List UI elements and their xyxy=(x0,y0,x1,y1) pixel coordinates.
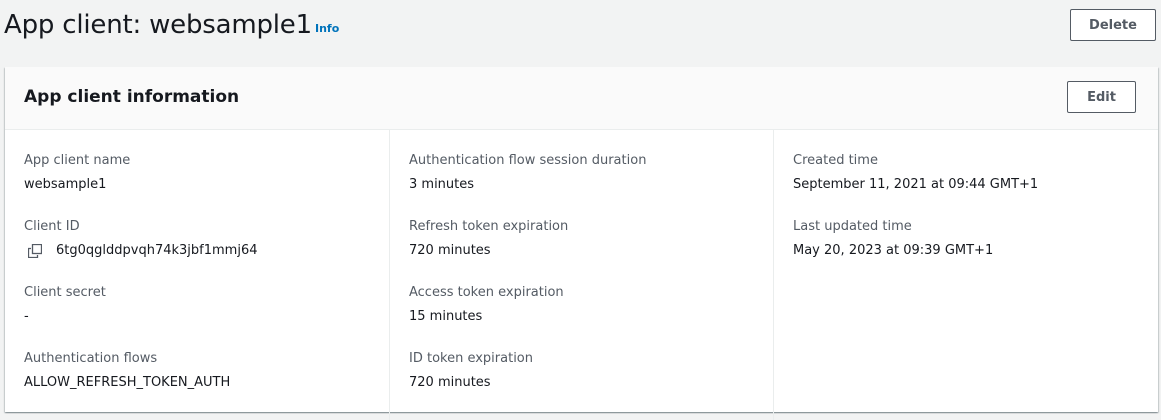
client-id-label: Client ID xyxy=(24,219,80,234)
client-secret-value: - xyxy=(24,309,29,324)
last-updated-field: Last updated time May 20, 2023 at 09:39 … xyxy=(793,218,993,260)
id-token-field: ID token expiration 720 minutes xyxy=(409,350,533,392)
client-id-field: Client ID 6tg0qglddpvqh74k3jbf1mmj64 xyxy=(24,218,257,260)
page-title: App client: websample1 xyxy=(4,10,312,40)
refresh-token-label: Refresh token expiration xyxy=(409,219,569,234)
session-duration-label: Authentication flow session duration xyxy=(409,153,647,168)
app-client-name-value: websample1 xyxy=(24,177,107,192)
access-token-value: 15 minutes xyxy=(409,309,483,324)
app-client-info-panel: App client information Edit App client n… xyxy=(5,67,1158,420)
client-secret-label: Client secret xyxy=(24,285,106,300)
panel-header: App client information Edit xyxy=(5,67,1158,130)
auth-flows-label: Authentication flows xyxy=(24,351,158,366)
app-client-name-label: App client name xyxy=(24,153,131,168)
client-secret-field: Client secret - xyxy=(24,284,106,326)
info-column-2: Authentication flow session duration 3 m… xyxy=(389,130,774,420)
created-time-label: Created time xyxy=(793,153,878,168)
access-token-field: Access token expiration 15 minutes xyxy=(409,284,564,326)
last-updated-value: May 20, 2023 at 09:39 GMT+1 xyxy=(793,243,994,258)
auth-flows-value: ALLOW_REFRESH_TOKEN_AUTH xyxy=(24,375,231,390)
info-column-3: Created time September 11, 2021 at 09:44… xyxy=(773,130,1159,420)
auth-flows-field: Authentication flows ALLOW_REFRESH_TOKEN… xyxy=(24,350,230,392)
id-token-value: 720 minutes xyxy=(409,375,491,390)
copy-icon[interactable] xyxy=(27,243,43,259)
panel-title: App client information xyxy=(24,87,240,107)
access-token-label: Access token expiration xyxy=(409,285,564,300)
app-client-name-field: App client name websample1 xyxy=(24,152,130,194)
session-duration-field: Authentication flow session duration 3 m… xyxy=(409,152,646,194)
client-id-row: 6tg0qglddpvqh74k3jbf1mmj64 xyxy=(24,242,257,260)
info-column-1: App client name websample1 Client ID 6tg… xyxy=(5,130,388,420)
delete-button[interactable]: Delete xyxy=(1070,9,1156,41)
refresh-token-value: 720 minutes xyxy=(409,243,491,258)
created-time-field: Created time September 11, 2021 at 09:44… xyxy=(793,152,1038,194)
id-token-label: ID token expiration xyxy=(409,351,534,366)
edit-button[interactable]: Edit xyxy=(1067,81,1136,113)
created-time-value: September 11, 2021 at 09:44 GMT+1 xyxy=(793,177,1039,192)
refresh-token-field: Refresh token expiration 720 minutes xyxy=(409,218,568,260)
last-updated-label: Last updated time xyxy=(793,219,912,234)
info-link[interactable]: Info xyxy=(315,22,339,35)
client-id-value: 6tg0qglddpvqh74k3jbf1mmj64 xyxy=(56,243,258,258)
session-duration-value: 3 minutes xyxy=(409,177,475,192)
page-header: App client: websample1 Info Delete xyxy=(0,0,1161,58)
